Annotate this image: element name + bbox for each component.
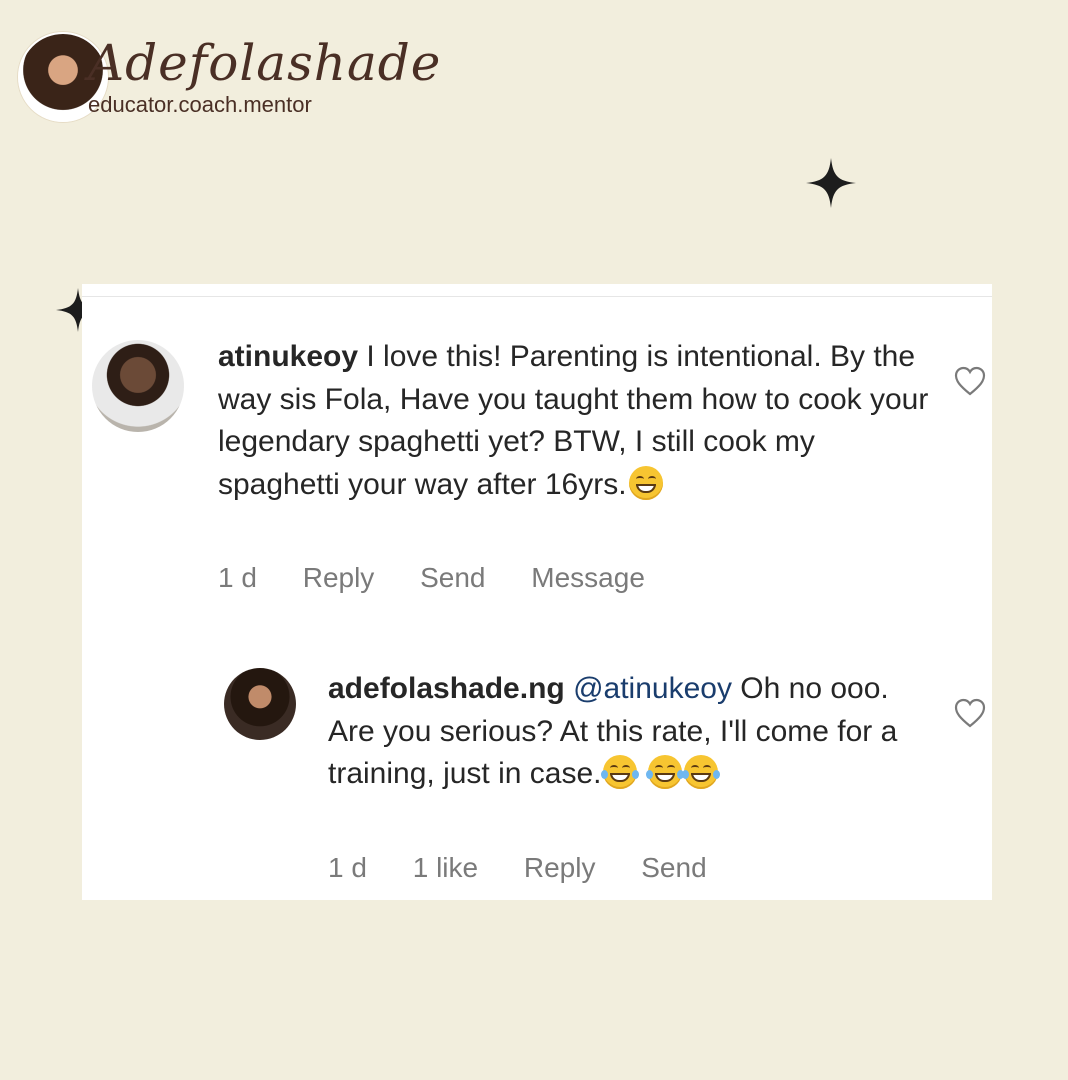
comment-meta: 1 d 1 like Reply Send — [328, 852, 745, 884]
comment-username[interactable]: adefolashade.ng — [328, 672, 565, 705]
comment-time: 1 d — [328, 852, 367, 883]
send-button[interactable]: Send — [420, 562, 485, 594]
brand-tagline: educator.coach.mentor — [88, 92, 312, 117]
divider — [82, 296, 992, 297]
avatar[interactable] — [224, 668, 296, 740]
mention-link[interactable]: @atinukeoy — [573, 672, 732, 705]
brand-name: Adefolashade — [88, 34, 442, 92]
comment-thread-card: atinukeoy I love this! Parenting is inte… — [82, 284, 992, 900]
tears-of-joy-icon — [681, 755, 720, 789]
tears-of-joy-icon — [645, 755, 684, 789]
reply-button[interactable]: Reply — [524, 852, 596, 884]
sparkle-icon — [806, 158, 856, 208]
reply-text: adefolashade.ng @atinukeoy Oh no ooo. Ar… — [328, 668, 928, 796]
heart-outline-icon[interactable] — [954, 366, 986, 396]
comment-text: atinukeoy I love this! Parenting is inte… — [218, 336, 938, 506]
brand-logo: Adefolashade educator.coach.mentor — [18, 20, 440, 130]
grinning-face-icon — [628, 465, 663, 500]
likes-count[interactable]: 1 like — [413, 852, 478, 884]
comment-username[interactable]: atinukeoy — [218, 340, 358, 373]
send-button[interactable]: Send — [641, 852, 706, 884]
comment-time: 1 d — [218, 562, 257, 593]
comment-meta: 1 d Reply Send Message — [218, 562, 683, 594]
message-button[interactable]: Message — [531, 562, 645, 594]
avatar[interactable] — [92, 340, 184, 432]
heart-outline-icon[interactable] — [954, 698, 986, 728]
tears-of-joy-icon — [601, 755, 640, 789]
reply-button[interactable]: Reply — [303, 562, 375, 594]
